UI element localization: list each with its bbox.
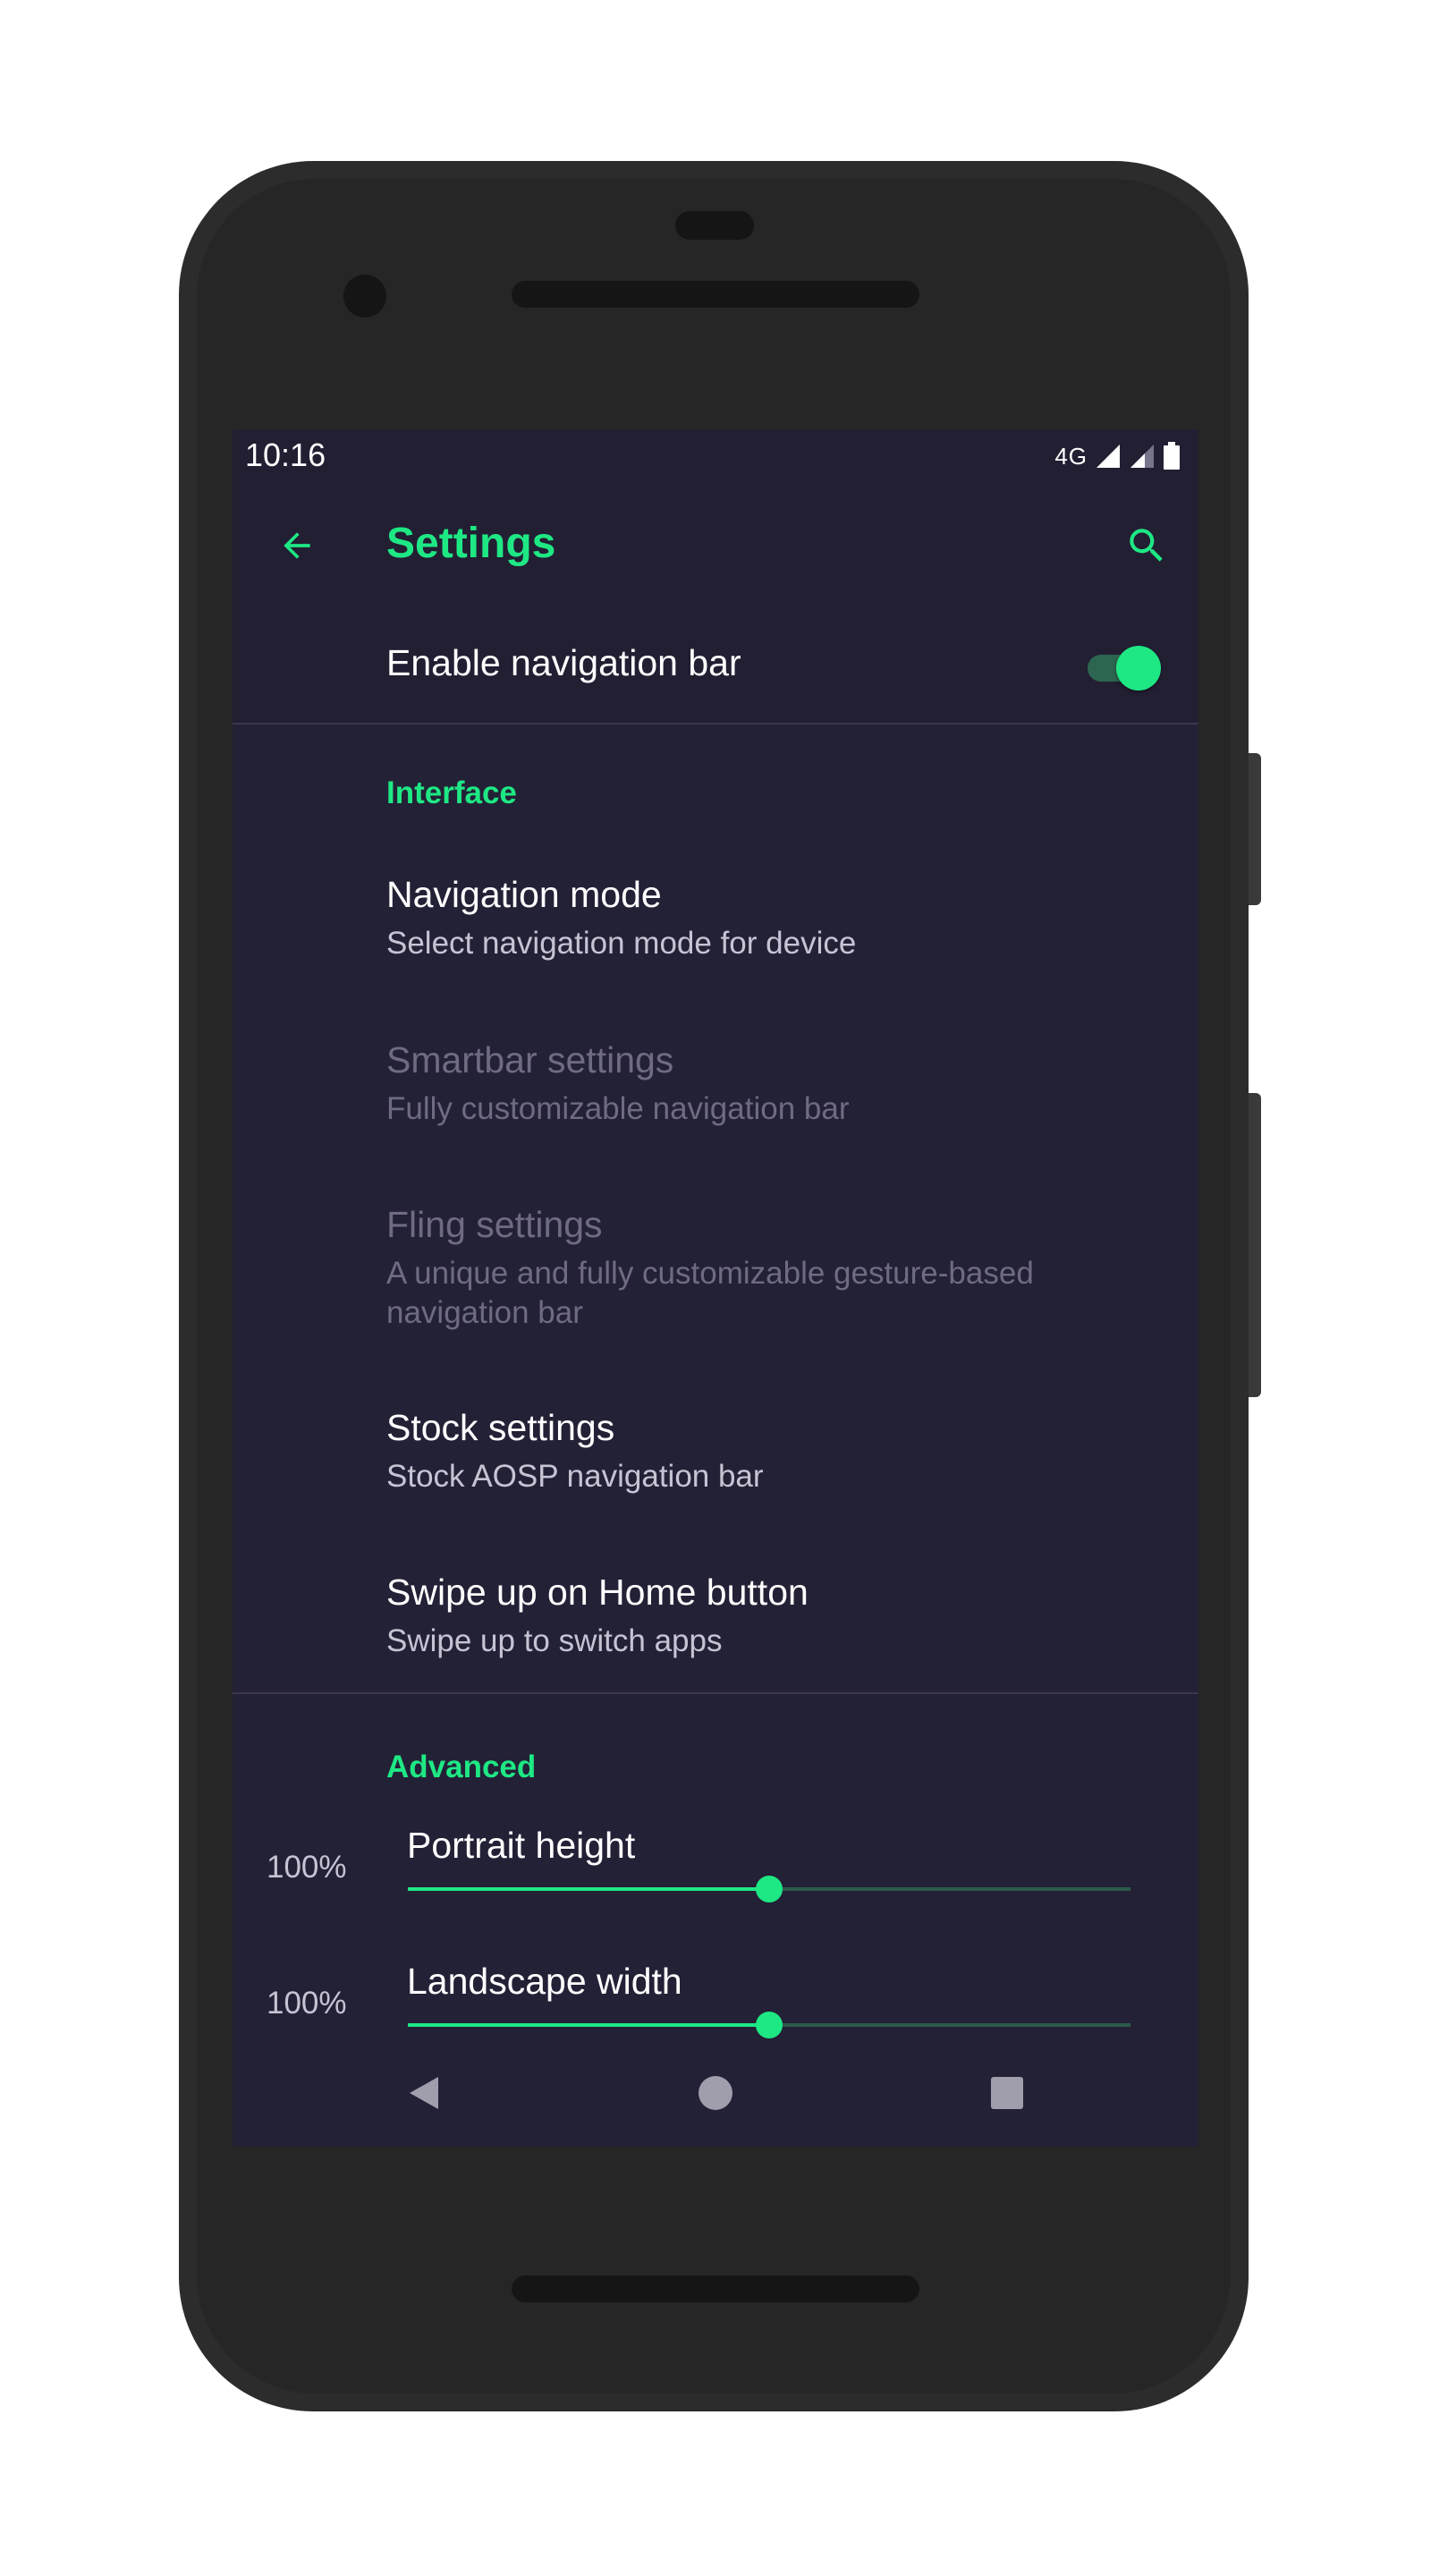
- signal-full-icon: [1097, 445, 1120, 468]
- earpiece: [675, 211, 754, 240]
- network-type: 4G: [1054, 442, 1088, 470]
- slider-thumb[interactable]: [756, 1876, 783, 1902]
- system-nav-bar: [233, 2039, 1198, 2147]
- slider-portrait-height: 100% Portrait height: [233, 1825, 1198, 1941]
- slider-fill: [408, 2023, 769, 2027]
- phone-screen: 10:16 4G Settings Enable navigation bar …: [233, 429, 1198, 2147]
- pref-summary: Stock AOSP navigation bar: [386, 1459, 764, 1494]
- pref-title: Stock settings: [386, 1407, 615, 1448]
- pref-title: Navigation mode: [386, 874, 662, 915]
- battery-icon: [1164, 442, 1180, 470]
- pref-summary: Swipe up to switch apps: [386, 1623, 723, 1658]
- slider-fill: [408, 1887, 769, 1891]
- pref-summary: Select navigation mode for device: [386, 926, 857, 961]
- slider-thumb[interactable]: [756, 2012, 783, 2038]
- back-button[interactable]: [263, 512, 331, 580]
- pref-summary: A unique and fully customizable gesture-…: [386, 1256, 1034, 1330]
- arrow-back-icon: [284, 532, 310, 559]
- pref-smartbar-settings[interactable]: Smartbar settings Fully customizable nav…: [233, 1039, 1198, 1147]
- pref-title: Fling settings: [386, 1204, 603, 1245]
- slider-value: 100%: [267, 1986, 347, 2021]
- slider-title: Portrait height: [407, 1825, 636, 1866]
- master-switch-row[interactable]: Enable navigation bar: [233, 608, 1198, 724]
- volume-button: [1249, 1093, 1261, 1397]
- nav-recents-button[interactable]: [975, 2061, 1039, 2125]
- nav-back-button[interactable]: [392, 2061, 456, 2125]
- toggle-thumb: [1116, 646, 1161, 691]
- status-time: 10:16: [245, 436, 326, 473]
- page-title: Settings: [386, 520, 556, 567]
- app-bar: Settings: [233, 483, 1198, 608]
- square-recents-icon: [991, 2077, 1023, 2109]
- master-switch-label: Enable navigation bar: [386, 642, 741, 683]
- category-advanced: Advanced: [386, 1750, 537, 1784]
- slider-track[interactable]: [408, 1876, 1130, 1902]
- slider-value: 100%: [267, 1850, 347, 1885]
- front-camera: [343, 275, 386, 318]
- category-interface: Interface: [386, 775, 517, 810]
- section-divider: [233, 1692, 1198, 1694]
- nav-home-button[interactable]: [683, 2061, 748, 2125]
- power-button: [1249, 753, 1261, 905]
- slider-title: Landscape width: [407, 1961, 682, 2002]
- pref-title: Swipe up on Home button: [386, 1572, 809, 1613]
- search-icon: [1130, 529, 1163, 562]
- pref-summary: Fully customizable navigation bar: [386, 1091, 850, 1126]
- navigation-bar-toggle[interactable]: [1088, 642, 1163, 692]
- pref-navigation-mode[interactable]: Navigation mode Select navigation mode f…: [233, 874, 1198, 981]
- status-icons: 4G: [1054, 436, 1181, 476]
- pref-swipe-up-home[interactable]: Swipe up on Home button Swipe up to swit…: [233, 1572, 1198, 1679]
- pref-fling-settings[interactable]: Fling settings A unique and fully custom…: [233, 1204, 1198, 1347]
- pref-stock-settings[interactable]: Stock settings Stock AOSP navigation bar: [233, 1407, 1198, 1514]
- circle-home-icon: [699, 2076, 732, 2110]
- pref-title: Smartbar settings: [386, 1039, 674, 1080]
- status-bar: 10:16 4G: [233, 429, 1198, 483]
- triangle-back-icon: [410, 2077, 438, 2109]
- search-button[interactable]: [1113, 512, 1181, 580]
- slider-track[interactable]: [408, 2012, 1130, 2038]
- top-speaker: [512, 281, 919, 308]
- signal-partial-icon: [1130, 445, 1154, 468]
- bottom-speaker: [512, 2275, 919, 2302]
